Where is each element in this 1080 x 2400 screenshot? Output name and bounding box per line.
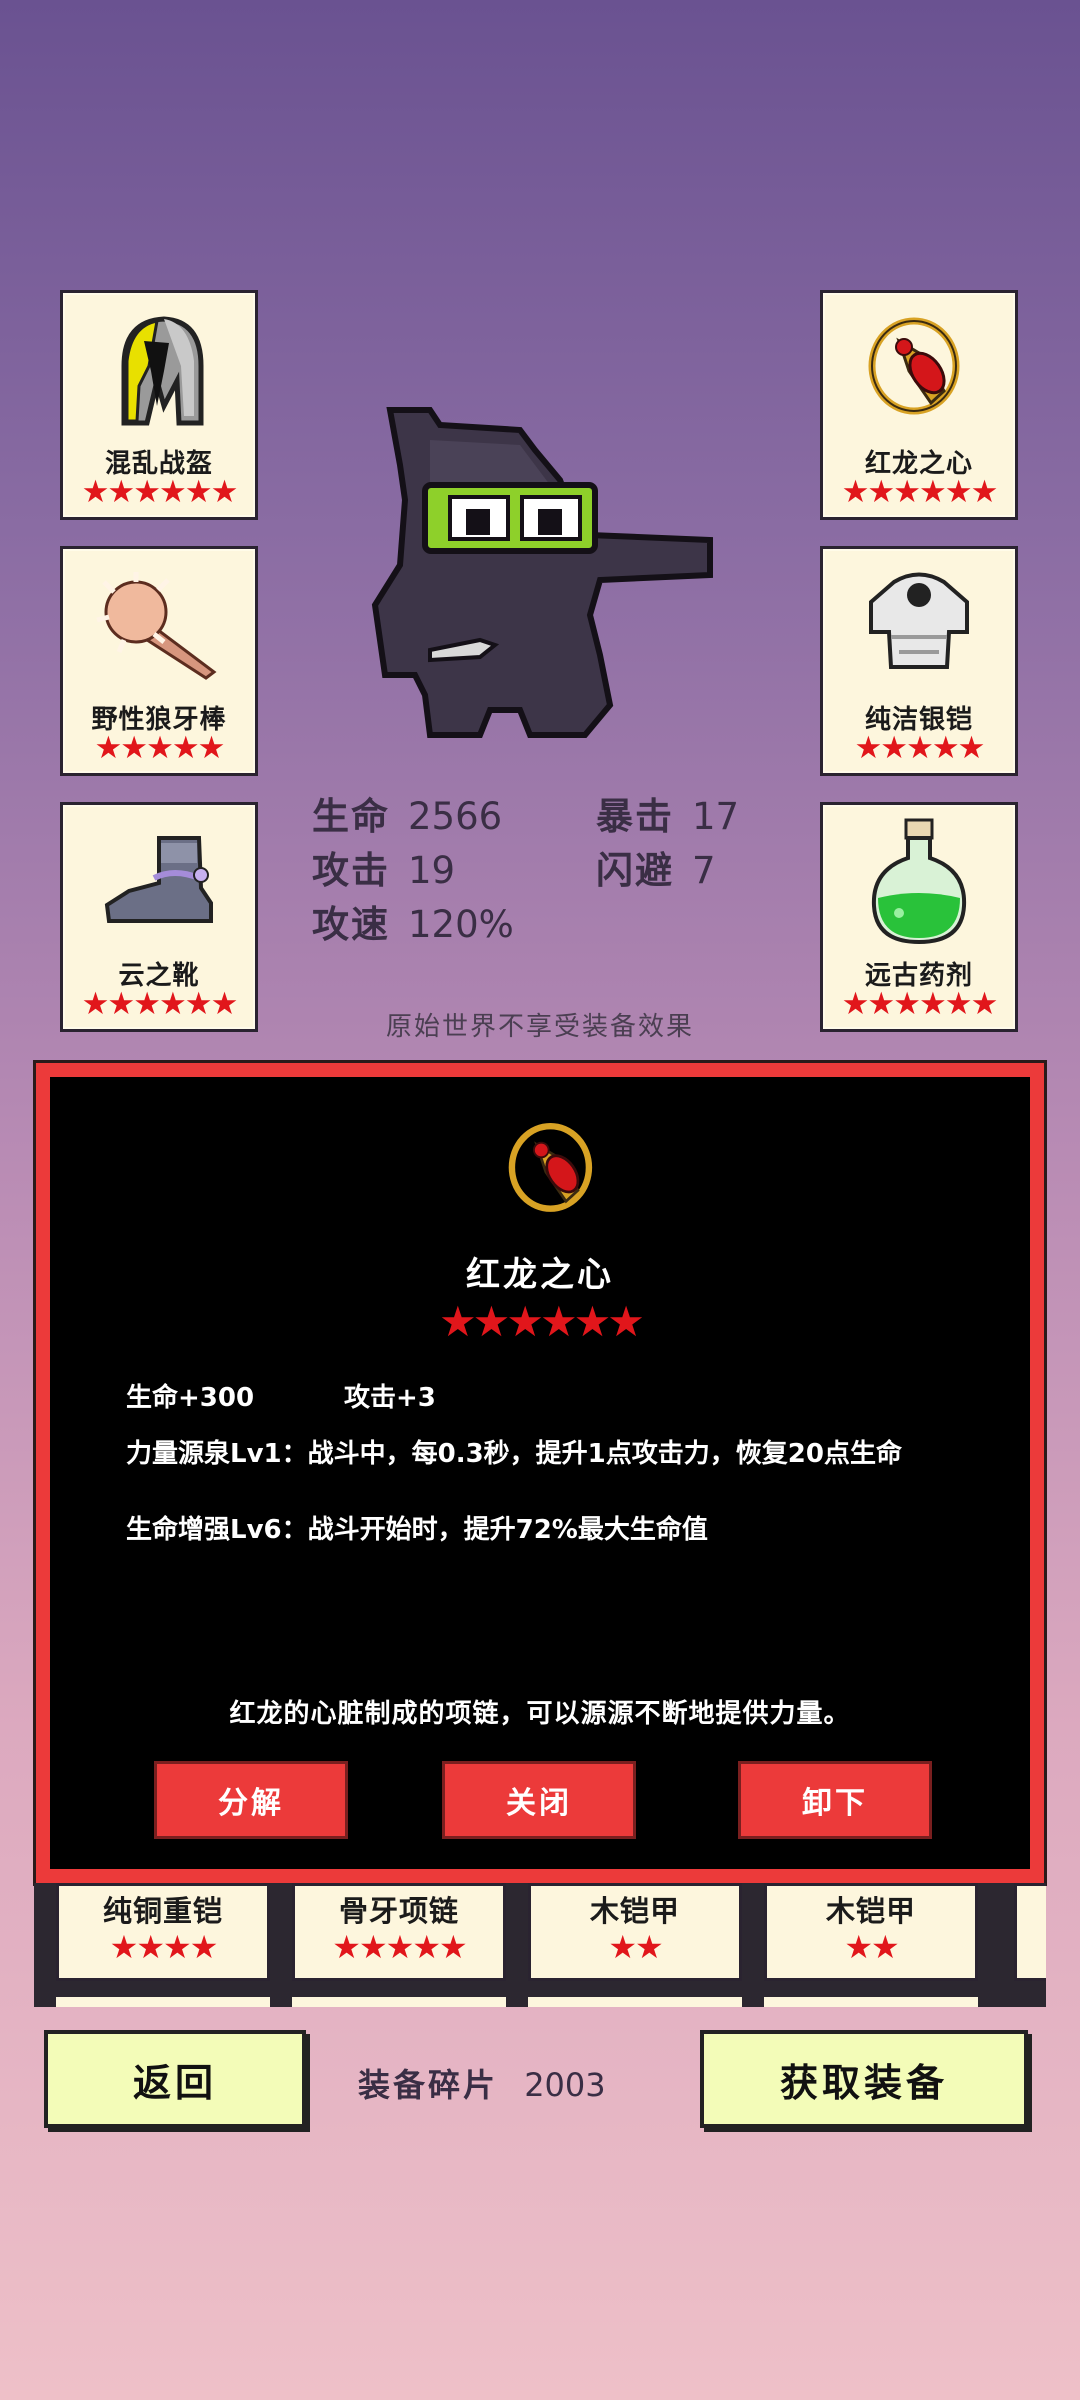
stat-atk-value: 19 [408, 849, 456, 892]
item-attr-hp: 生命+300 [126, 1383, 255, 1413]
inventory-item-stars: ★★ [844, 1928, 899, 1966]
fragments-value: 2003 [524, 2066, 606, 2104]
stat-atk-label: 攻击 [312, 849, 390, 892]
item-stars: ★★★★★★ [439, 1297, 645, 1346]
inventory-item-stars: ★★★★★ [332, 1928, 467, 1966]
inventory-item-stars: ★★ [608, 1928, 663, 1966]
inventory-row-next[interactable] [764, 1997, 978, 2007]
necklace-icon [823, 311, 1015, 431]
stat-speed-label: 攻速 [312, 903, 390, 946]
stat-speed: 攻速 120% [312, 894, 514, 948]
stat-hp-label: 生命 [312, 795, 390, 838]
fragments-label: 装备碎片 [358, 2066, 499, 2104]
fragments-counter: 装备碎片 2003 [358, 2060, 606, 2106]
inventory-item-name: 纯铜重铠 [102, 1894, 223, 1928]
slot-necklace[interactable]: 红龙之心 ★★★★★★ [820, 290, 1018, 520]
slot-stars: ★★★★★★ [841, 474, 999, 510]
inventory-item[interactable]: 纯铜重铠 ★★★★ [56, 1883, 270, 1981]
get-equipment-button[interactable]: 获取装备 [700, 2030, 1028, 2128]
stat-atk: 攻击 19 [312, 840, 455, 894]
inventory-row-next[interactable] [56, 1997, 270, 2007]
stat-crit-label: 暴击 [596, 795, 674, 838]
boots-icon [63, 823, 255, 943]
armor-icon [823, 567, 1015, 687]
inventory-item-name: 骨牙项链 [338, 1894, 459, 1928]
inventory-item-name: 木铠甲 [589, 1894, 680, 1928]
back-button[interactable]: 返回 [44, 2030, 306, 2128]
necklace-icon [500, 1117, 610, 1227]
inventory-item[interactable]: 木铠甲 ★★ [528, 1883, 742, 1981]
stat-crit: 暴击 17 [596, 786, 739, 840]
stat-hp: 生命 2566 [312, 786, 502, 840]
stat-dodge-value: 7 [692, 849, 716, 892]
slot-stars: ★★★★★★ [81, 474, 239, 510]
stat-crit-value: 17 [692, 795, 740, 838]
slot-weapon[interactable]: 野性狼牙棒 ★★★★★ [60, 546, 258, 776]
item-title: 红龙之心 [466, 1255, 614, 1295]
slot-armor[interactable]: 纯洁银铠 ★★★★★ [820, 546, 1018, 776]
item-skill-2: 生命增强Lv6：战斗开始时，提升72%最大生命值 [126, 1515, 708, 1545]
stat-hp-value: 2566 [408, 795, 503, 838]
item-detail-panel: 红龙之心 ★★★★★★ 生命+300 攻击+3 力量源泉Lv1：战斗中，每0.3… [36, 1063, 1044, 1883]
inventory-item[interactable]: 木铠甲 ★★ [764, 1883, 978, 1981]
item-attr-atk: 攻击+3 [344, 1383, 436, 1413]
decompose-button[interactable]: 分解 [154, 1761, 348, 1839]
slot-stars: ★★★★★ [854, 730, 986, 766]
hero-character [370, 405, 715, 745]
stat-dodge-label: 闪避 [596, 849, 674, 892]
helmet-icon [63, 311, 255, 431]
potion-icon [823, 818, 1015, 945]
inventory-item[interactable] [1014, 1883, 1046, 1981]
club-icon [63, 567, 255, 687]
inventory-row-next[interactable] [292, 1997, 506, 2007]
slot-potion[interactable]: 远古药剂 ★★★★★★ [820, 802, 1018, 1032]
inventory-item-stars: ★★★★ [109, 1928, 219, 1966]
unequip-button[interactable]: 卸下 [738, 1761, 932, 1839]
inventory-item-name: 木铠甲 [825, 1894, 916, 1928]
stat-speed-value: 120% [408, 903, 514, 946]
inventory-row-next[interactable] [528, 1997, 742, 2007]
inventory-item[interactable]: 骨牙项链 ★★★★★ [292, 1883, 506, 1981]
slot-helmet[interactable]: 混乱战盔 ★★★★★★ [60, 290, 258, 520]
slot-stars: ★★★★★ [94, 730, 226, 766]
stat-dodge: 闪避 7 [596, 840, 716, 894]
close-button[interactable]: 关闭 [442, 1761, 636, 1839]
item-description: 红龙的心脏制成的项链，可以源源不断地提供力量。 [229, 1699, 851, 1729]
world-note: 原始世界不享受装备效果 [385, 1012, 694, 1042]
inventory-grid[interactable]: 纯铜重铠 ★★★★ 骨牙项链 ★★★★★ 木铠甲 ★★ 木铠甲 ★★ [34, 1883, 1046, 2007]
item-skill-1: 力量源泉Lv1：战斗中，每0.3秒，提升1点攻击力，恢复20点生命 [126, 1439, 902, 1469]
slot-boots[interactable]: 云之靴 ★★★★★★ [60, 802, 258, 1032]
